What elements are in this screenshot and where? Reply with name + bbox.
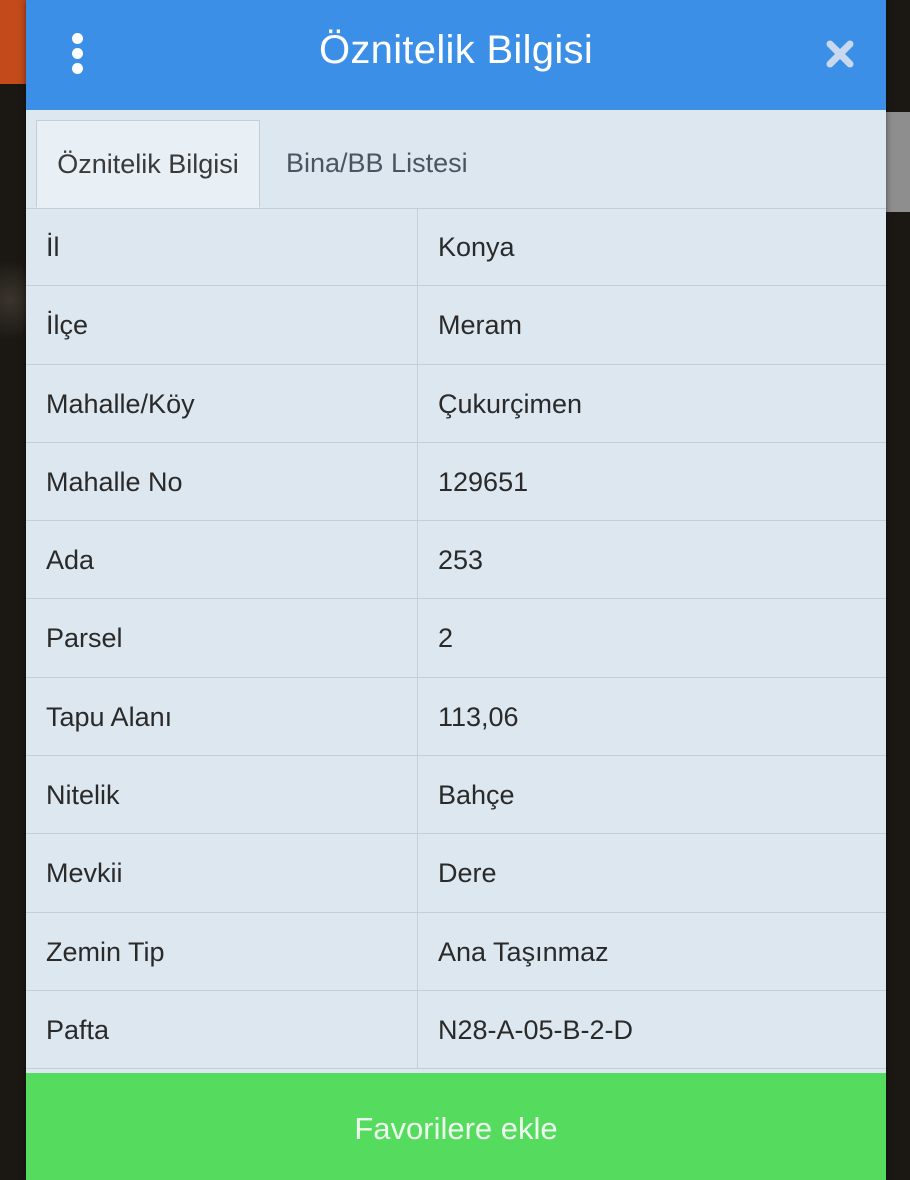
attribute-value: 129651: [438, 466, 529, 497]
tab-building-list[interactable]: Bina/BB Listesi: [286, 120, 468, 208]
column-divider: [417, 990, 418, 1069]
attribute-name: Mahalle/Köy: [46, 388, 195, 419]
attribute-name: Parsel: [46, 623, 123, 654]
attribute-name: İlçe: [46, 310, 89, 341]
attribute-value: 253: [438, 545, 484, 576]
attribute-table: İl Konya İlçe Meram Mahalle/Köy Çukurçimen Mah…: [26, 208, 886, 1070]
table-row: İl Konya: [26, 208, 886, 287]
attribute-value: Konya: [438, 232, 515, 262]
tab-attribute-info[interactable]: Öznitelik Bilgisi: [36, 120, 260, 208]
attribute-name: Nitelik: [46, 780, 120, 811]
table-row: Parsel 2: [26, 599, 886, 678]
column-divider: [417, 912, 418, 990]
table-row: İlçe Meram: [26, 286, 886, 365]
attribute-value: Meram: [438, 310, 523, 341]
column-divider: [417, 521, 418, 599]
attribute-name: Mevkii: [46, 858, 123, 889]
close-icon[interactable]: [824, 38, 856, 70]
column-divider: [417, 286, 418, 364]
attribute-value: Dere: [438, 858, 497, 889]
table-row: Mahalle No 129651: [26, 442, 886, 522]
table-row: Zemin Tip Ana Taşınmaz: [26, 912, 886, 991]
column-divider: [417, 208, 418, 286]
attribute-name: İl: [46, 232, 60, 262]
attribute-name: Mahalle No: [46, 466, 183, 497]
scrollbar[interactable]: [886, 112, 910, 212]
column-divider: [417, 756, 418, 834]
table-row: Pafta N28-A-05-B-2-D: [26, 990, 886, 1070]
table-row: Tapu Alanı 113,06: [26, 677, 886, 757]
dialog-header: Öznitelik Bilgisi: [26, 0, 886, 110]
map-background-accent: [0, 0, 26, 84]
column-divider: [417, 364, 418, 442]
table-row: Ada 253: [26, 521, 886, 600]
attribute-value: N28-A-05-B-2-D: [438, 1014, 634, 1045]
attribute-value: 2: [438, 623, 454, 654]
table-row: Mevkii Dere: [26, 834, 886, 913]
attribute-value: 113,06: [438, 701, 519, 732]
table-row: Mahalle/Köy Çukurçimen: [26, 364, 886, 443]
attribute-name: Tapu Alanı: [46, 701, 173, 732]
attribute-name: Ada: [46, 545, 95, 576]
attribute-value: Çukurçimen: [438, 388, 583, 419]
column-divider: [417, 834, 418, 912]
table-row: Nitelik Bahçe: [26, 756, 886, 835]
column-divider: [417, 677, 418, 756]
attribute-name: Pafta: [46, 1014, 110, 1045]
column-divider: [417, 599, 418, 677]
column-divider: [417, 442, 418, 521]
attribute-value: Bahçe: [438, 780, 515, 811]
add-to-favorites-button[interactable]: Favorilere ekle: [26, 1073, 886, 1180]
attribute-name: Zemin Tip: [46, 936, 165, 967]
attribute-value: Ana Taşınmaz: [438, 936, 609, 967]
tab-bar: Öznitelik Bilgisi Bina/BB Listesi: [26, 110, 886, 209]
dialog-title: Öznitelik Bilgisi: [318, 28, 594, 72]
attribute-info-dialog: Öznitelik Bilgisi Öznitelik Bilgisi Bina…: [26, 0, 886, 1180]
